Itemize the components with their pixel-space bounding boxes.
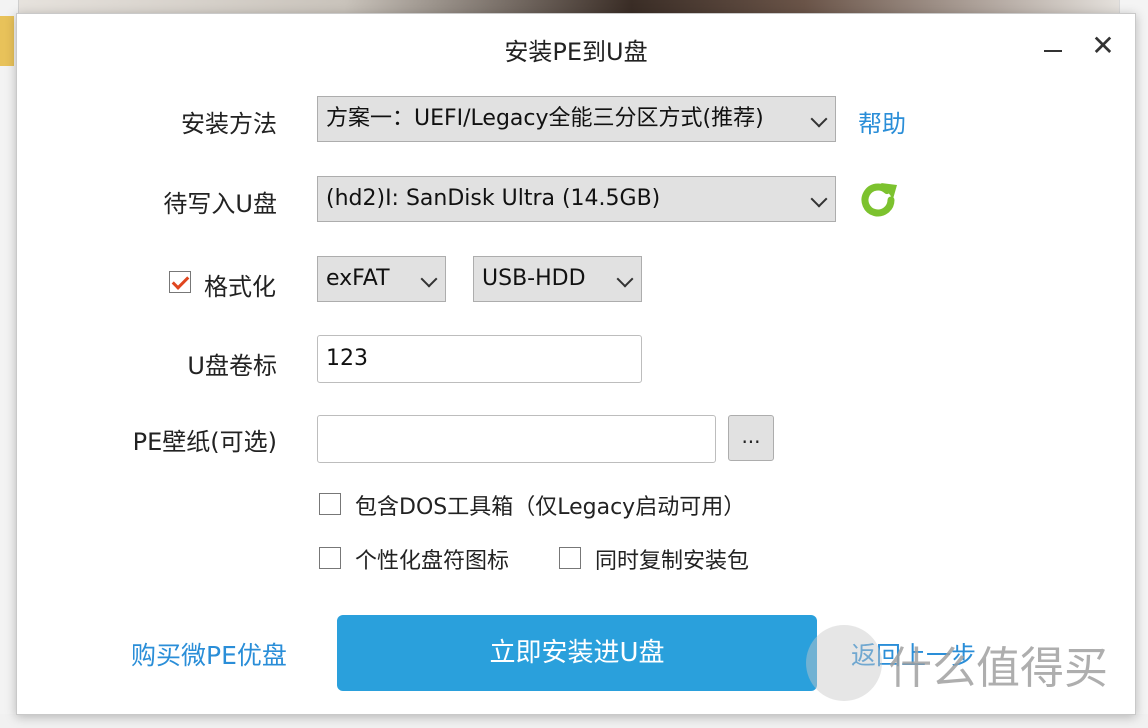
install-method-value: 方案一：UEFI/Legacy全能三分区方式(推荐) (326, 106, 764, 131)
filesystem-select[interactable]: exFAT (317, 256, 446, 302)
install-button[interactable]: 立即安装进U盘 (337, 615, 817, 691)
close-icon: ✕ (1091, 29, 1115, 62)
folder-icon (0, 16, 14, 66)
chevron-down-icon (810, 110, 828, 128)
close-button[interactable]: ✕ (1085, 28, 1121, 64)
chevron-down-icon (616, 270, 634, 288)
custom-icon-label: 个性化盘符图标 (355, 549, 510, 574)
dos-tools-checkbox[interactable] (319, 493, 341, 515)
title-bar: 安装PE到U盘 ✕ (17, 14, 1135, 76)
refresh-icon[interactable] (857, 179, 899, 221)
buy-usb-link[interactable]: 购买微PE优盘 (131, 636, 287, 672)
boot-mode-value: USB-HDD (482, 266, 586, 291)
format-checkbox[interactable] (169, 271, 191, 293)
chevron-down-icon (420, 270, 438, 288)
chevron-down-icon (810, 190, 828, 208)
watermark-text: 什么值得买 (888, 643, 1108, 694)
minimize-icon (1044, 50, 1062, 52)
target-drive-value: (hd2)I: SanDisk Ultra (14.5GB) (326, 186, 661, 211)
browse-button[interactable]: ... (728, 415, 774, 461)
copy-package-label: 同时复制安装包 (595, 549, 750, 574)
filesystem-value: exFAT (326, 266, 390, 291)
dos-tools-label: 包含DOS工具箱（仅Legacy启动可用） (355, 495, 746, 520)
install-method-select[interactable]: 方案一：UEFI/Legacy全能三分区方式(推荐) (317, 96, 836, 142)
boot-mode-select[interactable]: USB-HDD (473, 256, 642, 302)
target-drive-select[interactable]: (hd2)I: SanDisk Ultra (14.5GB) (317, 176, 836, 222)
copy-package-checkbox[interactable] (559, 547, 581, 569)
background-window-bottom (0, 714, 1148, 728)
wallpaper-input[interactable] (317, 415, 716, 463)
dialog-title: 安装PE到U盘 (504, 38, 648, 66)
watermark-logo (806, 625, 882, 701)
wallpaper-label: PE壁纸(可选) (132, 428, 277, 456)
volume-label-input[interactable]: 123 (317, 335, 642, 383)
volume-label-label: U盘卷标 (187, 352, 277, 380)
custom-icon-checkbox[interactable] (319, 547, 341, 569)
format-label: 格式化 (204, 273, 276, 301)
install-method-label: 安装方法 (181, 110, 277, 138)
minimize-button[interactable] (1035, 28, 1071, 64)
target-drive-label: 待写入U盘 (163, 190, 277, 218)
help-link[interactable]: 帮助 (858, 104, 906, 139)
install-pe-dialog: 安装PE到U盘 ✕ 安装方法 方案一：UEFI/Legacy全能三分区方式(推荐… (16, 13, 1136, 715)
